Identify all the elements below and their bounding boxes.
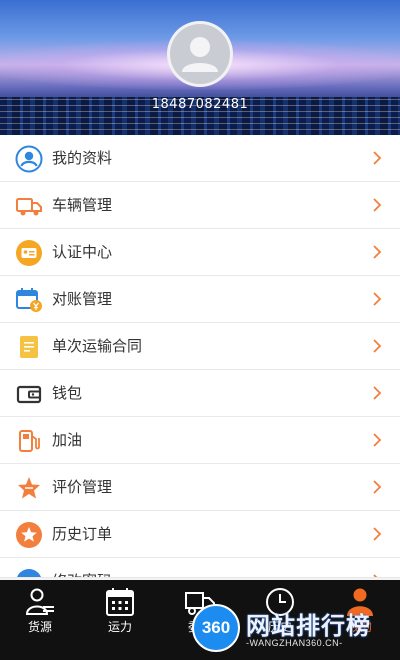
menu-item-label: 钱包 [52, 384, 83, 402]
tab-label: 运力 [107, 620, 132, 634]
tab-capacity[interactable]: 运力 [80, 580, 160, 660]
password-icon [17, 569, 41, 577]
star-rating-icon [18, 477, 40, 499]
menu-item-wallet[interactable]: 钱包 [0, 370, 400, 417]
menu-item-single-transport-contract[interactable]: 单次运输合同 [0, 323, 400, 370]
tab-cargo[interactable]: 货源 [0, 580, 80, 660]
menu-item-label: 单次运输合同 [52, 337, 143, 355]
chevron-right-icon [373, 245, 382, 259]
chevron-right-icon [373, 480, 382, 494]
chevron-right-icon [373, 151, 382, 165]
chevron-right-icon [373, 339, 382, 353]
history-order-icon [16, 522, 42, 548]
user-profile-icon [15, 145, 43, 173]
calendar-yen-icon [16, 288, 42, 312]
tab-label: 货源 [27, 620, 52, 634]
menu-item-my-profile[interactable]: 我的资料 [0, 135, 400, 182]
menu-item-refuel[interactable]: 加油 [0, 417, 400, 464]
menu-item-label: 认证中心 [52, 243, 113, 261]
menu-item-label: 评价管理 [52, 478, 113, 496]
truck-icon [16, 198, 42, 216]
menu-item-label: 加油 [52, 431, 83, 449]
menu-item-rating-management[interactable]: 评价管理 [0, 464, 400, 511]
menu-item-label: 对账管理 [52, 290, 113, 308]
chevron-right-icon [373, 527, 382, 541]
menu-item-reconciliation[interactable]: 对账管理 [0, 276, 400, 323]
contract-icon [20, 336, 38, 358]
phone-number: 18487082481 [151, 97, 249, 112]
menu-item-label: 我的资料 [52, 149, 113, 167]
menu-item-order-history[interactable]: 历史订单 [0, 511, 400, 558]
menu-item-label: 历史订单 [52, 525, 113, 543]
avatar[interactable] [167, 21, 233, 87]
menu-item-label: 车辆管理 [52, 196, 113, 214]
menu-item-certification-center[interactable]: 认证中心 [0, 229, 400, 276]
watermark-badge: 360 [192, 604, 240, 652]
chevron-right-icon [373, 292, 382, 306]
fuel-icon [19, 430, 40, 452]
chevron-right-icon [373, 433, 382, 447]
chevron-right-icon [373, 574, 378, 577]
default-avatar-icon [182, 37, 218, 72]
id-card-icon [16, 240, 42, 266]
menu-item-vehicle-management[interactable]: 车辆管理 [0, 182, 400, 229]
profile-menu: 我的资料 车辆管理 认证中心 对账管理 单次运输合同 钱包 加油 评价管理 历史… [0, 135, 400, 578]
menu-item-change-password[interactable]: 修改密码 [0, 558, 400, 578]
calendar-icon [106, 588, 134, 616]
profile-header: 18487082481 [0, 0, 400, 135]
chevron-right-icon [373, 386, 382, 400]
watermark-title: 网站排行榜 [246, 612, 371, 640]
wallet-icon [16, 385, 42, 404]
cargo-person-icon [25, 588, 54, 615]
menu-item-label: 修改密码 [52, 558, 112, 577]
chevron-right-icon [373, 198, 382, 212]
watermark-overlay: 360 网站排行榜 -WANGZHAN360.CN- [190, 598, 400, 660]
watermark-url: -WANGZHAN360.CN- [246, 638, 343, 648]
